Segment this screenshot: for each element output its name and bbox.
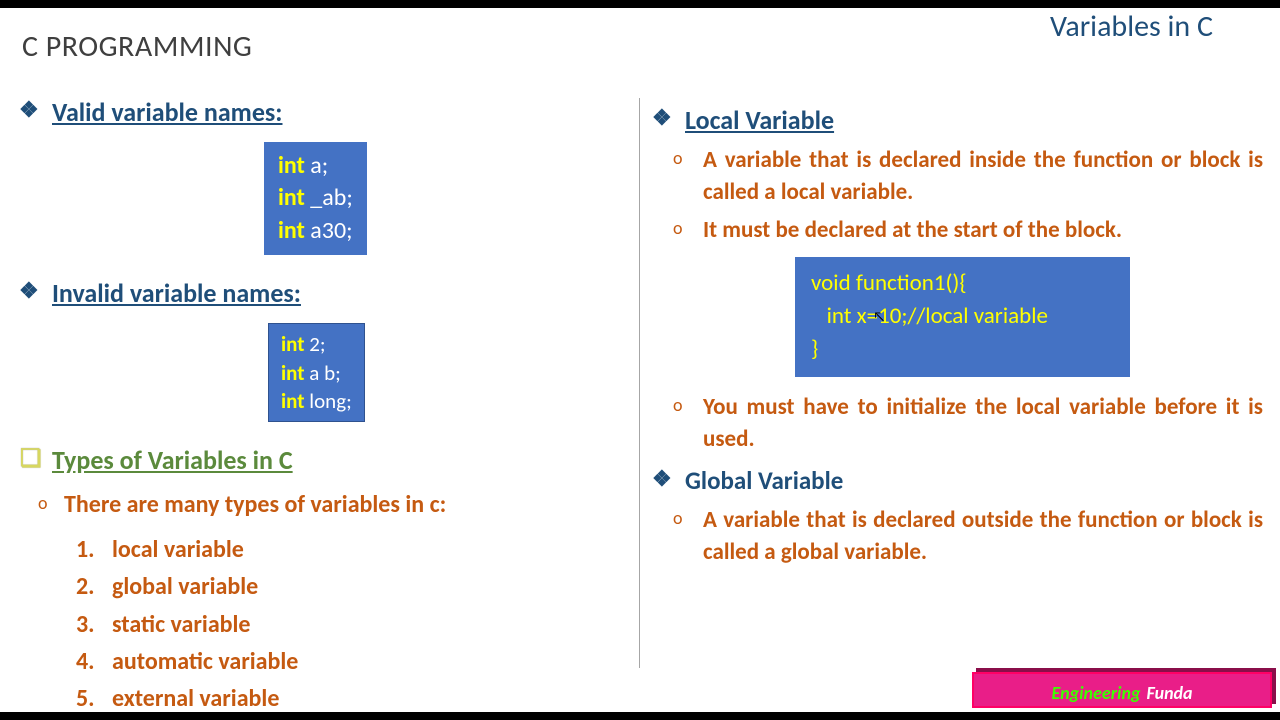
local-variable-heading: Local Variable: [655, 104, 1263, 136]
identifier: a b;: [305, 360, 341, 386]
list-item: static variable: [112, 606, 622, 643]
invalid-names-heading: Invalid variable names:: [22, 277, 622, 309]
local-desc-2: It must be declared at the start of the …: [655, 214, 1263, 246]
local-desc-3: You must have to initialize the local va…: [655, 391, 1263, 455]
code-line: }: [811, 333, 1114, 366]
right-column: Local Variable A variable that is declar…: [655, 104, 1263, 574]
identifier: a30;: [305, 216, 353, 245]
keyword: int: [281, 388, 305, 414]
course-title: C PROGRAMMING: [22, 28, 252, 65]
local-desc-1: A variable that is declared inside the f…: [655, 144, 1263, 208]
invalid-code-block: int 2; int a b; int long;: [268, 323, 365, 422]
column-divider: [639, 98, 640, 668]
keyword: int: [278, 151, 305, 180]
slide: C PROGRAMMING Variables in C Valid varia…: [0, 8, 1280, 712]
global-variable-label: Global Variable: [685, 465, 843, 496]
channel-watermark: Engineering Funda: [972, 672, 1272, 708]
slide-topic: Variables in C: [1050, 8, 1250, 46]
types-list: local variable global variable static va…: [22, 531, 622, 717]
list-item: automatic variable: [112, 643, 622, 680]
global-variable-heading: Global Variable: [655, 465, 1263, 496]
identifier: _ab;: [305, 183, 353, 212]
keyword: int: [278, 216, 305, 245]
identifier: long;: [305, 388, 352, 414]
types-intro: There are many types of variables in c:: [22, 490, 622, 519]
identifier: 2;: [305, 331, 326, 357]
invalid-names-label: Invalid variable names:: [52, 277, 301, 309]
keyword: int: [278, 183, 305, 212]
code-line: int x=10;//local variable: [811, 300, 1114, 333]
left-column: Valid variable names: int a; int _ab; in…: [22, 96, 622, 717]
keyword: int: [281, 360, 305, 386]
watermark-word-2: Funda: [1146, 682, 1192, 704]
list-item: local variable: [112, 531, 622, 568]
types-heading: Types of Variables in C: [22, 444, 622, 476]
identifier: a;: [305, 151, 328, 180]
list-item: global variable: [112, 568, 622, 605]
list-item: external variable: [112, 680, 622, 717]
keyword: int: [281, 331, 305, 357]
valid-names-label: Valid variable names:: [52, 96, 282, 128]
types-heading-label: Types of Variables in C: [52, 444, 293, 476]
local-code-block: void function1(){ int x=10;//local varia…: [795, 257, 1130, 377]
code-line: void function1(){: [811, 267, 1114, 300]
local-variable-label: Local Variable: [685, 104, 834, 136]
global-desc-1: A variable that is declared outside the …: [655, 504, 1263, 568]
valid-names-heading: Valid variable names:: [22, 96, 622, 128]
valid-code-block: int a; int _ab; int a30;: [264, 142, 367, 255]
watermark-word-1: Engineering: [1051, 682, 1140, 704]
